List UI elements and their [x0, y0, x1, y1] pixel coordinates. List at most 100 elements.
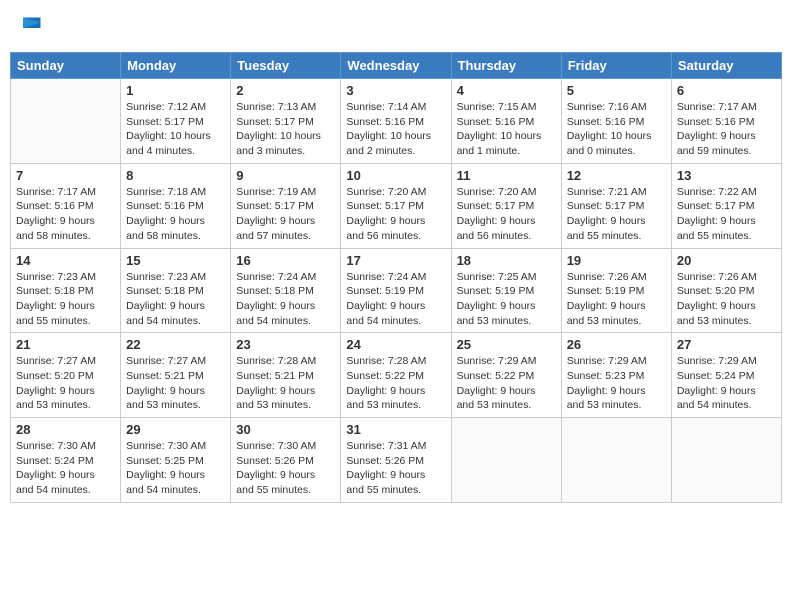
calendar-week-row: 28Sunrise: 7:30 AM Sunset: 5:24 PM Dayli… [11, 418, 782, 503]
calendar-cell [11, 79, 121, 164]
calendar-cell: 8 Sunrise: 7:18 AM Sunset: 5:16 PM Daylig… [121, 163, 231, 248]
day-info: Sunrise: 7:27 AM Sunset: 5:20 PM Dayligh… [16, 354, 115, 413]
day-number: 29 [126, 422, 225, 437]
day-info: Sunrise: 7:15 AM Sunset: 5:16 PM Dayligh… [457, 100, 556, 159]
day-number: 9 [236, 168, 335, 183]
col-header-thursday: Thursday [451, 53, 561, 79]
day-info: Sunrise: 7:16 AM Sunset: 5:16 PM Dayligh… [567, 100, 666, 159]
day-number: 17 [346, 253, 445, 268]
day-info: Sunrise: 7:13 AM Sunset: 5:17 PM Dayligh… [236, 100, 335, 159]
day-number: 19 [567, 253, 666, 268]
day-number: 27 [677, 337, 776, 352]
calendar-cell: 21 Sunrise: 7:27 AM Sunset: 5:20 PM Dayli… [11, 333, 121, 418]
col-header-saturday: Saturday [671, 53, 781, 79]
day-number: 3 [346, 83, 445, 98]
day-info: Sunrise: 7:30 AM Sunset: 5:26 PM Dayligh… [236, 439, 335, 498]
calendar-cell [561, 418, 671, 503]
day-number: 25 [457, 337, 556, 352]
day-info: Sunrise: 7:19 AM Sunset: 5:17 PM Dayligh… [236, 185, 335, 244]
calendar-cell: 4 Sunrise: 7:15 AM Sunset: 5:16 PM Daylig… [451, 79, 561, 164]
calendar-week-row: 21 Sunrise: 7:27 AM Sunset: 5:20 PM Dayli… [11, 333, 782, 418]
day-number: 20 [677, 253, 776, 268]
calendar-cell: 13 Sunrise: 7:22 AM Sunset: 5:17 PM Dayli… [671, 163, 781, 248]
day-info: Sunrise: 7:21 AM Sunset: 5:17 PM Dayligh… [567, 185, 666, 244]
day-info: Sunrise: 7:24 AM Sunset: 5:19 PM Dayligh… [346, 270, 445, 329]
calendar-cell: 14 Sunrise: 7:23 AM Sunset: 5:18 PM Dayli… [11, 248, 121, 333]
col-header-tuesday: Tuesday [231, 53, 341, 79]
calendar-week-row: 7 Sunrise: 7:17 AM Sunset: 5:16 PM Daylig… [11, 163, 782, 248]
calendar-cell: 6 Sunrise: 7:17 AM Sunset: 5:16 PM Daylig… [671, 79, 781, 164]
day-info: Sunrise: 7:26 AM Sunset: 5:20 PM Dayligh… [677, 270, 776, 329]
day-number: 8 [126, 168, 225, 183]
day-number: 31 [346, 422, 445, 437]
calendar-cell: 19Sunrise: 7:26 AM Sunset: 5:19 PM Dayli… [561, 248, 671, 333]
day-info: Sunrise: 7:23 AM Sunset: 5:18 PM Dayligh… [126, 270, 225, 329]
day-number: 2 [236, 83, 335, 98]
day-number: 13 [677, 168, 776, 183]
calendar-cell: 5 Sunrise: 7:16 AM Sunset: 5:16 PM Daylig… [561, 79, 671, 164]
calendar-cell: 18Sunrise: 7:25 AM Sunset: 5:19 PM Dayli… [451, 248, 561, 333]
col-header-wednesday: Wednesday [341, 53, 451, 79]
calendar-cell: 29 Sunrise: 7:30 AM Sunset: 5:25 PM Dayli… [121, 418, 231, 503]
day-number: 12 [567, 168, 666, 183]
day-info: Sunrise: 7:17 AM Sunset: 5:16 PM Dayligh… [677, 100, 776, 159]
calendar-cell: 17 Sunrise: 7:24 AM Sunset: 5:19 PM Dayli… [341, 248, 451, 333]
calendar-cell: 20 Sunrise: 7:26 AM Sunset: 5:20 PM Dayli… [671, 248, 781, 333]
day-info: Sunrise: 7:28 AM Sunset: 5:22 PM Dayligh… [346, 354, 445, 413]
day-number: 28 [16, 422, 115, 437]
day-info: Sunrise: 7:17 AM Sunset: 5:16 PM Dayligh… [16, 185, 115, 244]
day-info: Sunrise: 7:27 AM Sunset: 5:21 PM Dayligh… [126, 354, 225, 413]
page-header [10, 10, 782, 46]
day-number: 24 [346, 337, 445, 352]
calendar-cell: 27 Sunrise: 7:29 AM Sunset: 5:24 PM Dayli… [671, 333, 781, 418]
day-number: 1 [126, 83, 225, 98]
calendar-cell: 31 Sunrise: 7:31 AM Sunset: 5:26 PM Dayli… [341, 418, 451, 503]
day-number: 16 [236, 253, 335, 268]
day-info: Sunrise: 7:18 AM Sunset: 5:16 PM Dayligh… [126, 185, 225, 244]
day-number: 7 [16, 168, 115, 183]
day-info: Sunrise: 7:29 AM Sunset: 5:24 PM Dayligh… [677, 354, 776, 413]
day-info: Sunrise: 7:12 AM Sunset: 5:17 PM Dayligh… [126, 100, 225, 159]
day-info: Sunrise: 7:30 AM Sunset: 5:25 PM Dayligh… [126, 439, 225, 498]
logo-icon [16, 14, 44, 42]
col-header-monday: Monday [121, 53, 231, 79]
day-number: 30 [236, 422, 335, 437]
calendar-table: SundayMondayTuesdayWednesdayThursdayFrid… [10, 52, 782, 503]
day-info: Sunrise: 7:24 AM Sunset: 5:18 PM Dayligh… [236, 270, 335, 329]
day-info: Sunrise: 7:31 AM Sunset: 5:26 PM Dayligh… [346, 439, 445, 498]
calendar-cell: 3 Sunrise: 7:14 AM Sunset: 5:16 PM Daylig… [341, 79, 451, 164]
day-number: 10 [346, 168, 445, 183]
day-number: 5 [567, 83, 666, 98]
col-header-sunday: Sunday [11, 53, 121, 79]
day-info: Sunrise: 7:23 AM Sunset: 5:18 PM Dayligh… [16, 270, 115, 329]
day-number: 4 [457, 83, 556, 98]
calendar-week-row: 14 Sunrise: 7:23 AM Sunset: 5:18 PM Dayli… [11, 248, 782, 333]
calendar-cell: 23 Sunrise: 7:28 AM Sunset: 5:21 PM Dayli… [231, 333, 341, 418]
day-number: 22 [126, 337, 225, 352]
day-info: Sunrise: 7:20 AM Sunset: 5:17 PM Dayligh… [346, 185, 445, 244]
day-number: 26 [567, 337, 666, 352]
day-info: Sunrise: 7:29 AM Sunset: 5:23 PM Dayligh… [567, 354, 666, 413]
calendar-cell [671, 418, 781, 503]
day-number: 21 [16, 337, 115, 352]
calendar-header-row: SundayMondayTuesdayWednesdayThursdayFrid… [11, 53, 782, 79]
calendar-cell: 26 Sunrise: 7:29 AM Sunset: 5:23 PM Dayli… [561, 333, 671, 418]
calendar-cell: 15Sunrise: 7:23 AM Sunset: 5:18 PM Dayli… [121, 248, 231, 333]
day-number: 23 [236, 337, 335, 352]
day-info: Sunrise: 7:20 AM Sunset: 5:17 PM Dayligh… [457, 185, 556, 244]
day-info: Sunrise: 7:28 AM Sunset: 5:21 PM Dayligh… [236, 354, 335, 413]
calendar-cell [451, 418, 561, 503]
day-info: Sunrise: 7:29 AM Sunset: 5:22 PM Dayligh… [457, 354, 556, 413]
calendar-cell: 11 Sunrise: 7:20 AM Sunset: 5:17 PM Dayli… [451, 163, 561, 248]
calendar-cell: 7 Sunrise: 7:17 AM Sunset: 5:16 PM Daylig… [11, 163, 121, 248]
day-number: 11 [457, 168, 556, 183]
day-info: Sunrise: 7:22 AM Sunset: 5:17 PM Dayligh… [677, 185, 776, 244]
day-info: Sunrise: 7:14 AM Sunset: 5:16 PM Dayligh… [346, 100, 445, 159]
day-number: 6 [677, 83, 776, 98]
day-number: 14 [16, 253, 115, 268]
calendar-cell: 24 Sunrise: 7:28 AM Sunset: 5:22 PM Dayli… [341, 333, 451, 418]
col-header-friday: Friday [561, 53, 671, 79]
calendar-cell: 10 Sunrise: 7:20 AM Sunset: 5:17 PM Dayli… [341, 163, 451, 248]
calendar-cell: 30 Sunrise: 7:30 AM Sunset: 5:26 PM Dayli… [231, 418, 341, 503]
calendar-cell: 12 Sunrise: 7:21 AM Sunset: 5:17 PM Dayli… [561, 163, 671, 248]
